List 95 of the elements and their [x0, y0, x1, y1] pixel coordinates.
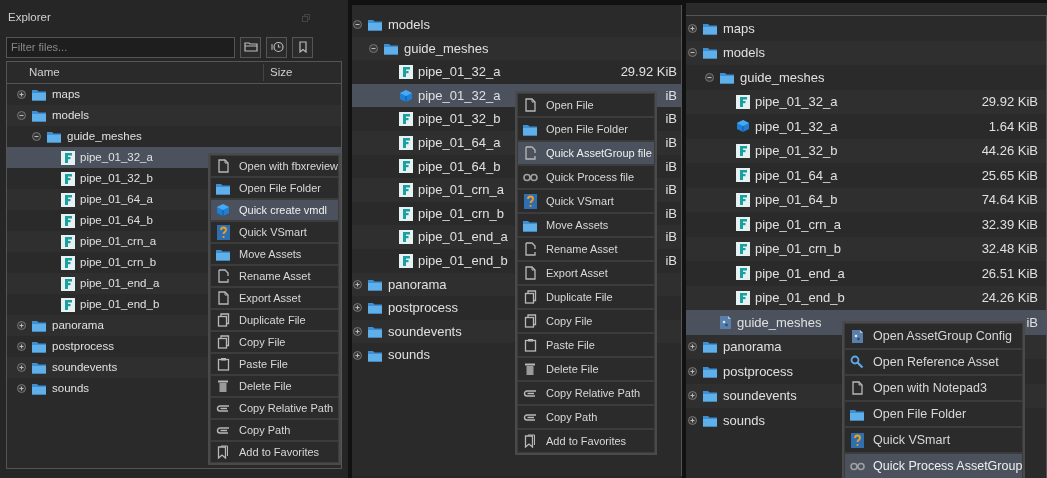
- file-name: pipe_01_64_b: [418, 157, 501, 176]
- file-size: 44.26 KiB: [981, 142, 1038, 160]
- menu-item-label: Add to Favorites: [546, 433, 627, 449]
- menu-item-label: Copy Relative Path: [239, 400, 334, 416]
- menu-item-label: Delete File: [546, 361, 599, 377]
- menu-item-label: Copy Relative Path: [546, 385, 641, 401]
- menu-item-label: Quick Process file: [546, 169, 635, 185]
- menu-item-label: Copy File: [546, 313, 593, 329]
- file-name: panorama: [723, 338, 782, 356]
- panel-title: Explorer: [8, 10, 51, 26]
- file-size: iB: [665, 252, 677, 270]
- menu-item-label: Open File Folder: [546, 121, 628, 137]
- file-name: pipe_01_end_a: [755, 264, 845, 283]
- file-name: guide_meshes: [404, 39, 489, 58]
- menu-item-label: Open Reference Asset: [873, 353, 999, 371]
- file-name: postprocess: [388, 299, 459, 318]
- file-name: pipe_01_32_a: [80, 149, 153, 165]
- file-name: soundevents: [723, 387, 797, 405]
- menu-item-label: Copy File: [239, 334, 286, 350]
- file-name: pipe_01_32_b: [755, 142, 838, 160]
- file-size: iB: [665, 86, 677, 105]
- file-name: pipe_01_crn_a: [80, 233, 157, 249]
- file-name: pipe_01_32_a: [418, 63, 501, 82]
- menu-item-label: Open File: [546, 97, 594, 113]
- menu-item-label: Copy Path: [239, 422, 291, 438]
- file-name: pipe_01_end_a: [80, 275, 160, 291]
- file-name: models: [388, 16, 430, 35]
- file-size: 25.65 KiB: [981, 166, 1038, 185]
- menu-item-label: Paste File: [546, 337, 595, 353]
- file-size: iB: [665, 110, 677, 129]
- file-name: pipe_01_crn_a: [755, 215, 842, 234]
- file-name: pipe_01_64_a: [755, 166, 838, 185]
- file-size: iB: [1026, 313, 1038, 332]
- file-size: iB: [665, 157, 677, 176]
- file-size: iB: [665, 181, 677, 200]
- menu-item-label: Export Asset: [546, 265, 608, 281]
- file-name: sounds: [52, 380, 90, 396]
- menu-item-label: Move Assets: [546, 217, 609, 233]
- file-name: models: [723, 44, 765, 62]
- file-name: pipe_01_32_a: [755, 117, 838, 136]
- file-name: panorama: [388, 275, 447, 294]
- file-name: postprocess: [52, 338, 114, 354]
- file-size: 29.92 KiB: [981, 93, 1038, 111]
- file-size: iB: [665, 134, 677, 152]
- menu-item-label: Open AssetGroup Config: [873, 327, 1012, 345]
- file-name: pipe_01_end_a: [418, 228, 508, 247]
- menu-item-label: Add to Favorites: [239, 444, 320, 460]
- file-name: pipe_01_crn_b: [418, 204, 505, 223]
- file-size: iB: [665, 204, 677, 223]
- file-name: maps: [723, 19, 755, 38]
- menu-item-label: Quick Process AssetGroup: [873, 457, 1023, 475]
- file-name: guide_meshes: [740, 68, 825, 87]
- menu-item-label: Duplicate File: [239, 312, 306, 328]
- menu-item-label: Duplicate File: [546, 289, 613, 305]
- file-name: pipe_01_32_a: [755, 93, 838, 111]
- file-name: pipe_01_crn_b: [755, 240, 842, 258]
- menu-item-label: Quick VSmart: [546, 193, 614, 209]
- file-name: pipe_01_end_b: [755, 289, 845, 307]
- file-name: pipe_01_64_a: [418, 134, 501, 152]
- menu-item-label: Quick VSmart: [873, 431, 951, 449]
- file-name: pipe_01_32_b: [80, 170, 153, 186]
- file-name: soundevents: [388, 322, 462, 341]
- file-name: pipe_01_crn_a: [418, 181, 505, 200]
- file-name: soundevents: [52, 359, 118, 375]
- file-name: guide_meshes: [67, 128, 142, 144]
- file-name: pipe_01_32_a: [418, 86, 501, 105]
- menu-item-label: Open File Folder: [873, 405, 967, 423]
- file-size: 26.51 KiB: [981, 264, 1038, 283]
- file-name: postprocess: [723, 362, 794, 381]
- file-size: 1.64 KiB: [988, 117, 1038, 136]
- file-name: pipe_01_crn_b: [80, 254, 157, 270]
- menu-item-label: Open with Notepad3: [873, 379, 987, 397]
- file-size: 24.26 KiB: [981, 289, 1038, 307]
- menu-item-label: Delete File: [239, 378, 292, 394]
- file-name: pipe_01_64_b: [80, 212, 153, 228]
- file-name: pipe_01_64_b: [755, 191, 838, 209]
- file-name: maps: [52, 86, 81, 102]
- file-name: pipe_01_end_b: [80, 296, 160, 312]
- menu-item-label: Paste File: [239, 356, 288, 372]
- menu-item-label: Copy Path: [546, 409, 598, 425]
- file-size: 29.92 KiB: [620, 63, 677, 82]
- file-name: pipe_01_32_b: [418, 110, 501, 129]
- file-size: iB: [665, 228, 677, 247]
- file-name: models: [52, 107, 90, 123]
- file-size: 74.64 KiB: [981, 191, 1038, 209]
- file-name: pipe_01_64_a: [80, 191, 153, 207]
- menu-item-label: Quick AssetGroup file: [546, 145, 652, 161]
- file-name: guide_meshes: [737, 313, 822, 332]
- file-size: 32.48 KiB: [981, 240, 1038, 258]
- file-name: pipe_01_end_b: [418, 252, 508, 270]
- file-name: sounds: [723, 411, 765, 430]
- file-size: 32.39 KiB: [981, 215, 1038, 234]
- menu-item-label: Rename Asset: [546, 241, 618, 257]
- file-name: sounds: [388, 346, 430, 365]
- file-name: panorama: [52, 317, 104, 333]
